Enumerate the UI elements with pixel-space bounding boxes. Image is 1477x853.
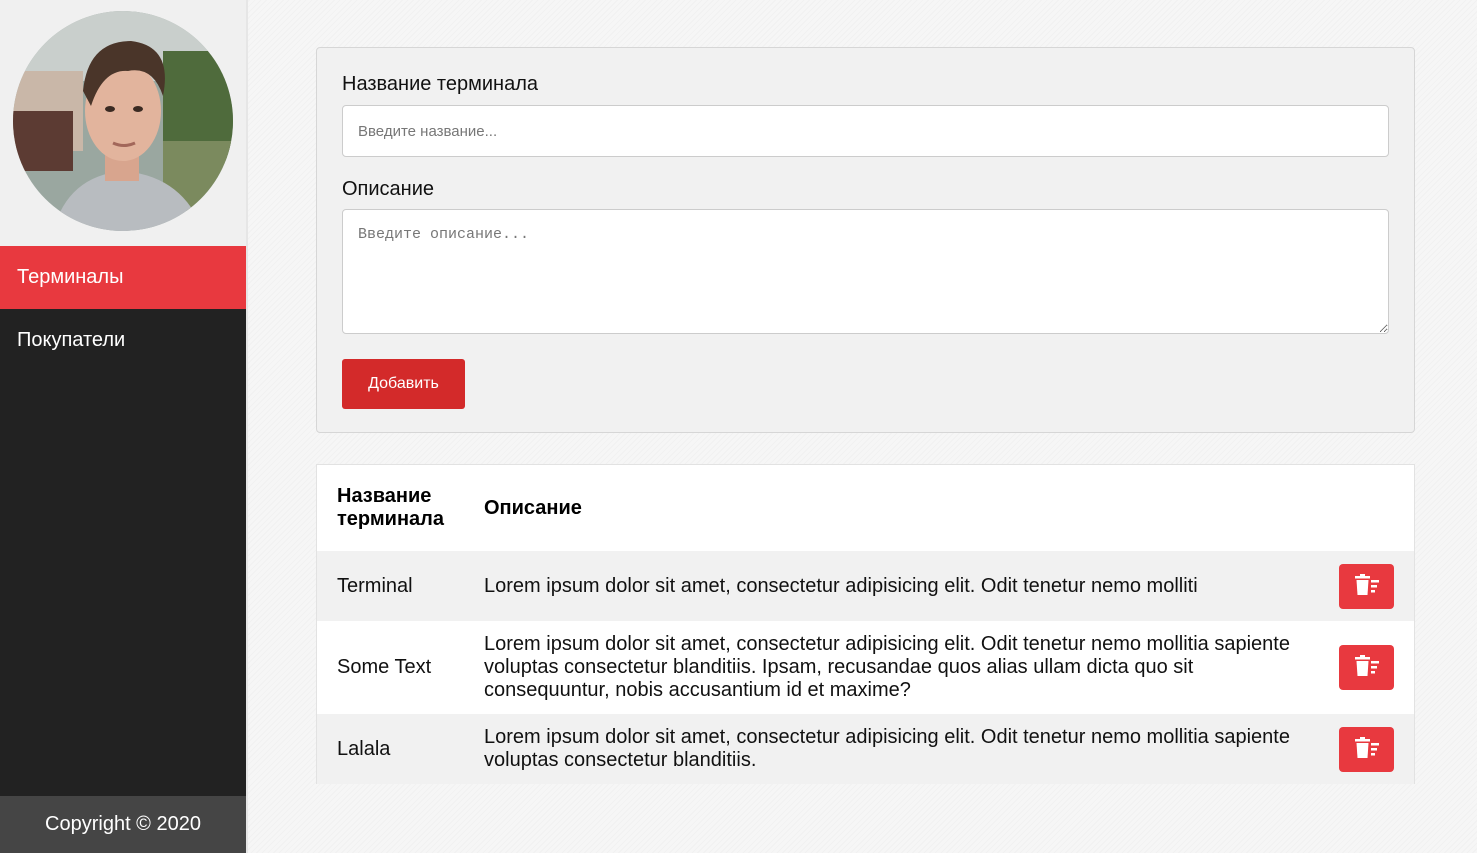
terminal-description-cell: Lorem ipsum dolor sit amet, consectetur … [464, 551, 1318, 621]
table-row: Lalala Lorem ipsum dolor sit amet, conse… [317, 714, 1414, 784]
avatar-photo [13, 11, 233, 231]
terminal-description-cell: Lorem ipsum dolor sit amet, consectetur … [464, 714, 1318, 784]
row-actions [1318, 551, 1414, 621]
terminal-name-label: Название терминала [342, 73, 538, 95]
row-actions [1318, 621, 1414, 714]
avatar [13, 11, 233, 231]
copyright-footer: Copyright © 2020 [0, 796, 246, 853]
delete-button[interactable] [1339, 645, 1394, 690]
terminals-table-card: Название терминала Описание Terminal Lor… [316, 464, 1415, 784]
column-header-name: Название терминала [337, 485, 444, 530]
sidebar-item-customers[interactable]: Покупатели [0, 309, 246, 372]
sidebar-item-terminals[interactable]: Терминалы [0, 246, 246, 309]
trash-icon [1354, 573, 1380, 599]
add-terminal-form: Название терминала Описание Добавить [316, 47, 1415, 433]
table-row: Terminal Lorem ipsum dolor sit amet, con… [317, 551, 1414, 621]
terminal-name-cell: Some Text [337, 656, 432, 678]
sidebar: Терминалы Покупатели Copyright © 2020 [0, 0, 246, 853]
column-header-description: Описание [484, 496, 582, 519]
delete-button[interactable] [1339, 563, 1394, 609]
trash-icon [1354, 736, 1380, 762]
terminal-description-cell: Lorem ipsum dolor sit amet, consectetur … [484, 633, 1290, 701]
terminal-name-cell: Lalala [317, 714, 464, 784]
terminals-table: Название терминала Описание Terminal Lor… [317, 465, 1414, 784]
table-header-row: Название терминала Описание [317, 465, 1414, 551]
terminal-name-cell: Terminal [317, 551, 464, 621]
add-button[interactable]: Добавить [342, 359, 465, 409]
row-actions [1318, 714, 1414, 784]
description-label: Описание [342, 178, 435, 200]
delete-button[interactable] [1339, 726, 1394, 772]
avatar-area [0, 0, 246, 246]
trash-icon [1354, 655, 1380, 680]
sidebar-divider [246, 0, 248, 853]
column-header-actions [1318, 465, 1414, 551]
sidebar-nav: Терминалы Покупатели [0, 246, 246, 372]
table-row: Some Text Lorem ipsum dolor sit amet, co… [317, 621, 1414, 714]
terminal-name-input[interactable] [342, 105, 1389, 157]
description-textarea[interactable] [342, 209, 1389, 334]
